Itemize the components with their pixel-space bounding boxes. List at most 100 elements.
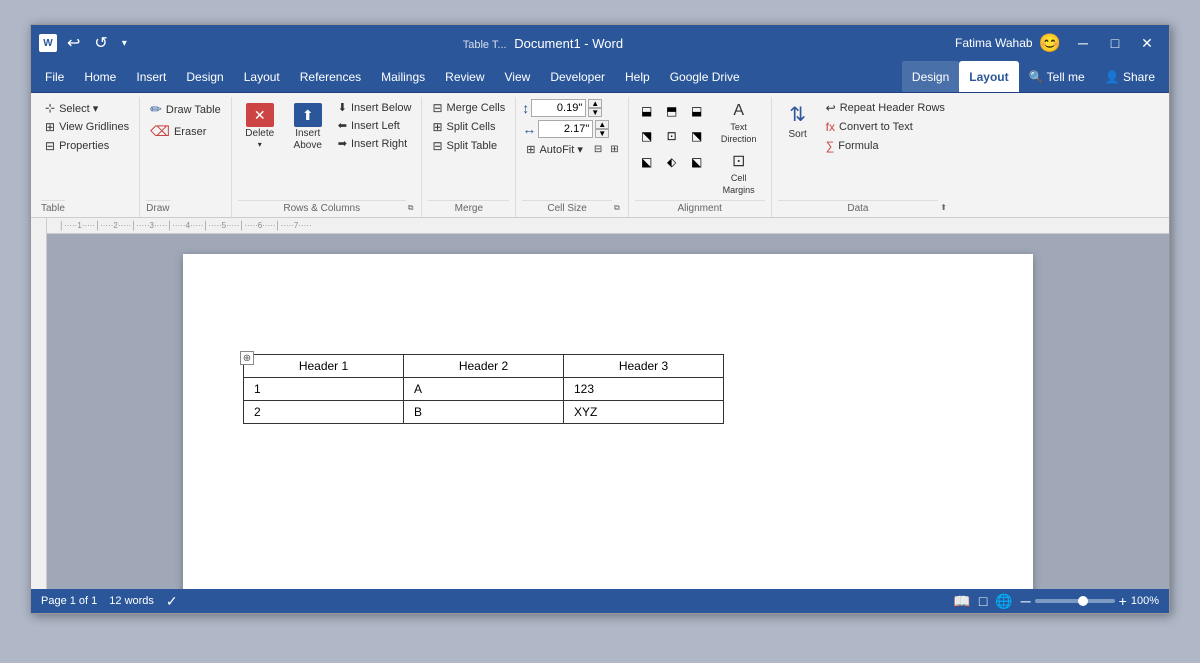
formula-icon: ∑ (826, 139, 835, 153)
menu-file[interactable]: File (35, 61, 74, 92)
height-down[interactable]: ▼ (588, 108, 602, 117)
align-bottom-right[interactable]: ⬕ (685, 150, 709, 174)
convert-text-label: Convert to Text (839, 121, 913, 133)
zoom-slider[interactable] (1035, 599, 1115, 603)
menu-table-design[interactable]: Design (902, 61, 959, 92)
close-button[interactable]: ✕ (1133, 33, 1161, 53)
formula-button[interactable]: ∑ Formula (822, 137, 949, 155)
status-left: Page 1 of 1 12 words ✓ (41, 593, 178, 610)
select-button[interactable]: ⊹ Select ▾ (41, 99, 133, 117)
text-direction-button[interactable]: A Text Direction (713, 99, 765, 147)
web-layout-icon[interactable]: 🌐 (995, 593, 1012, 610)
align-bottom-left[interactable]: ⬕ (635, 150, 659, 174)
menu-insert[interactable]: Insert (126, 61, 176, 92)
table-header-1[interactable]: Header 1 (244, 355, 404, 378)
zoom-out-icon[interactable]: ─ (1021, 593, 1031, 609)
merge-col: ⊟ Merge Cells ⊞ Split Cells ⊟ Split Tabl… (428, 99, 509, 155)
height-input[interactable] (531, 99, 586, 117)
undo-button[interactable]: ↩ (63, 31, 84, 55)
menu-google-drive[interactable]: Google Drive (660, 61, 750, 92)
distribute-rows-button[interactable]: ⊟ (591, 141, 605, 158)
insert-left-button[interactable]: ⬅ Insert Left (334, 117, 416, 134)
view-gridlines-button[interactable]: ⊞ View Gridlines (41, 118, 133, 136)
word-count: 12 words (109, 595, 154, 607)
menu-layout[interactable]: Layout (234, 61, 290, 92)
zoom-in-icon[interactable]: + (1119, 593, 1127, 609)
draw-group-label: Draw (146, 200, 169, 217)
read-mode-icon[interactable]: 📖 (953, 593, 970, 610)
align-middle-left[interactable]: ⬔ (635, 124, 659, 148)
ribbon-group-alignment: ⬓ ⬒ ⬓ ⬔ ⊡ ⬔ ⬕ ⬖ ⬕ (629, 97, 772, 217)
menu-references[interactable]: References (290, 61, 371, 92)
restore-button[interactable]: □ (1101, 33, 1129, 53)
menu-developer[interactable]: Developer (540, 61, 615, 92)
proofing-icon[interactable]: ✓ (166, 593, 178, 610)
word-icon: W (39, 34, 57, 52)
menu-help[interactable]: Help (615, 61, 660, 92)
convert-text-button[interactable]: fx Convert to Text (822, 118, 949, 136)
insert-above-button[interactable]: ⬆ Insert Above (286, 99, 330, 155)
height-up[interactable]: ▲ (588, 99, 602, 108)
table-header-3[interactable]: Header 3 (564, 355, 724, 378)
distribute-cols-icon: ⊞ (610, 144, 618, 155)
ribbon-group-table: ⊹ Select ▾ ⊞ View Gridlines ⊟ Properties (35, 97, 140, 217)
align-middle-center[interactable]: ⊡ (660, 124, 684, 148)
menu-review[interactable]: Review (435, 61, 494, 92)
menu-view[interactable]: View (495, 61, 541, 92)
table-cell-1-1[interactable]: B (404, 401, 564, 424)
menu-design[interactable]: Design (176, 61, 233, 92)
insert-right-button[interactable]: ➡ Insert Right (334, 135, 416, 152)
quick-access-dropdown[interactable]: ▾ (118, 36, 131, 51)
autofit-button[interactable]: ⊞ AutoFit ▾ (522, 141, 587, 158)
share-button[interactable]: 👤 Share (1095, 61, 1165, 92)
table-cell-0-0[interactable]: 1 (244, 378, 404, 401)
data-col: ↩ Repeat Header Rows fx Convert to Text … (822, 99, 949, 155)
width-up[interactable]: ▲ (595, 120, 609, 129)
document-scroll[interactable]: ⊕ Header 1 Header 2 Header 3 1 (47, 234, 1169, 589)
menu-home[interactable]: Home (74, 61, 126, 92)
width-down[interactable]: ▼ (595, 129, 609, 138)
draw-table-button[interactable]: ✏ Draw Table (146, 99, 225, 120)
width-input[interactable] (538, 120, 593, 138)
minimize-button[interactable]: ─ (1069, 33, 1097, 53)
rows-cols-expand[interactable]: ⧉ (406, 203, 416, 213)
menu-table-layout[interactable]: Layout (959, 61, 1018, 92)
menu-mailings[interactable]: Mailings (371, 61, 435, 92)
split-table-button[interactable]: ⊟ Split Table (428, 137, 509, 155)
table-cell-1-0[interactable]: 2 (244, 401, 404, 424)
align-top-left[interactable]: ⬓ (635, 99, 659, 123)
align-top-center[interactable]: ⬒ (660, 99, 684, 123)
username: Fatima Wahab (955, 36, 1033, 50)
table-cell-1-2[interactable]: XYZ (564, 401, 724, 424)
print-layout-icon[interactable]: □ (979, 593, 987, 609)
redo-button[interactable]: ↺ (90, 31, 111, 55)
insert-above-label2: Above (294, 140, 322, 151)
tell-me-button[interactable]: 🔍 Tell me (1019, 61, 1095, 92)
align-middle-right[interactable]: ⬔ (685, 124, 709, 148)
table-header-2[interactable]: Header 2 (404, 355, 564, 378)
eraser-button[interactable]: ⌫ Eraser (146, 121, 225, 142)
table-cell-0-1[interactable]: A (404, 378, 564, 401)
properties-button[interactable]: ⊟ Properties (41, 137, 133, 155)
alignment-content: ⬓ ⬒ ⬓ ⬔ ⊡ ⬔ ⬕ ⬖ ⬕ (635, 99, 765, 198)
distribute-cols-button[interactable]: ⊞ (607, 141, 621, 158)
split-cells-button[interactable]: ⊞ Split Cells (428, 118, 509, 136)
gridlines-icon: ⊞ (45, 120, 55, 134)
merge-cells-button[interactable]: ⊟ Merge Cells (428, 99, 509, 117)
table-cell-0-2[interactable]: 123 (564, 378, 724, 401)
insert-below-button[interactable]: ⬇ Insert Below (334, 99, 416, 116)
gridlines-label: View Gridlines (59, 121, 129, 133)
insert-right-label: Insert Right (351, 138, 407, 150)
cell-margins-button[interactable]: ⊡ Cell Margins (713, 148, 765, 198)
insert-right-icon: ➡ (338, 137, 347, 150)
sort-button[interactable]: ⇅ Sort (778, 99, 818, 143)
split-table-label: Split Table (447, 140, 498, 152)
repeat-header-button[interactable]: ↩ Repeat Header Rows (822, 99, 949, 117)
align-bottom-center[interactable]: ⬖ (660, 150, 684, 174)
table-move-handle[interactable]: ⊕ (240, 351, 254, 365)
menu-bar: File Home Insert Design Layout Reference… (31, 61, 1169, 93)
delete-button[interactable]: ✕ Delete ▾ (238, 99, 282, 153)
align-top-right[interactable]: ⬓ (685, 99, 709, 123)
data-expand[interactable]: ⬆ (938, 203, 949, 212)
cell-size-expand[interactable]: ⧉ (612, 203, 622, 213)
